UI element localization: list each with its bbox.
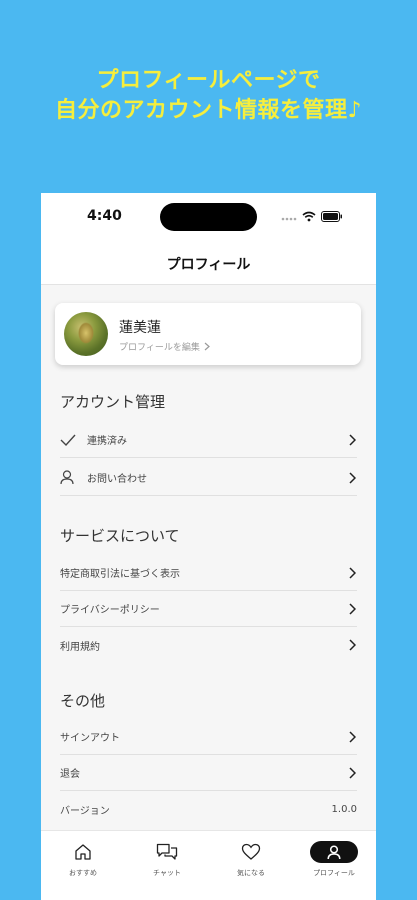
promo-headline: プロフィールページで 自分のアカウント情報を管理♪ <box>0 66 417 126</box>
row-version: バージョン 1.0.0 <box>60 791 357 827</box>
chevron-right-icon <box>347 766 357 780</box>
tab-favorites[interactable]: 気になる <box>216 841 286 883</box>
tab-label: おすすめ <box>69 869 97 877</box>
section-title-service: サービスについて <box>60 527 180 545</box>
edit-profile-link[interactable]: プロフィールを編集 <box>119 340 210 353</box>
chevron-right-icon <box>347 638 357 652</box>
edit-profile-label: プロフィールを編集 <box>119 343 200 353</box>
profile-name: 蓮美蓮 <box>119 320 161 336</box>
tab-chat[interactable]: チャット <box>132 841 202 883</box>
tab-active-indicator <box>310 841 358 863</box>
row-label: バージョン <box>60 805 110 817</box>
tab-label: チャット <box>153 869 181 877</box>
signal-icon <box>281 207 297 226</box>
row-label: 退会 <box>60 769 80 780</box>
avatar <box>64 312 108 356</box>
phone-screen: 4:40 プロフィール 蓮美蓮 プロフィールを編集 アカウント管理 連携済み お… <box>41 193 376 900</box>
tab-recommend[interactable]: おすすめ <box>48 841 118 883</box>
row-label: プライバシーポリシー <box>60 605 160 616</box>
headline-line-1: プロフィールページで <box>96 68 321 93</box>
row-label: 特定商取引法に基づく表示 <box>60 569 180 580</box>
tab-label: 気になる <box>237 869 265 877</box>
person-icon <box>60 468 80 488</box>
person-icon <box>310 841 358 863</box>
row-linked[interactable]: 連携済み <box>60 422 357 458</box>
heart-icon <box>241 841 261 863</box>
row-terms[interactable]: 利用規約 <box>60 627 357 663</box>
chevron-right-icon <box>347 730 357 744</box>
row-label: お問い合わせ <box>87 474 147 485</box>
tab-profile[interactable]: プロフィール <box>299 841 369 883</box>
section-title-account: アカウント管理 <box>60 393 166 411</box>
checkmark-icon <box>60 430 80 450</box>
chat-icon <box>156 841 178 863</box>
row-sign-out[interactable]: サインアウト <box>60 719 357 755</box>
row-label: 連携済み <box>87 436 127 447</box>
version-value: 1.0.0 <box>331 803 357 815</box>
tab-label: プロフィール <box>313 869 355 877</box>
row-withdraw[interactable]: 退会 <box>60 755 357 791</box>
chevron-right-icon <box>347 566 357 580</box>
wifi-icon <box>302 207 316 226</box>
chevron-right-icon <box>347 471 357 485</box>
row-privacy-policy[interactable]: プライバシーポリシー <box>60 591 357 627</box>
page-title: プロフィール <box>166 256 251 273</box>
chevron-right-icon <box>347 433 357 447</box>
status-icons <box>281 207 343 226</box>
row-contact[interactable]: お問い合わせ <box>60 460 357 496</box>
dynamic-island <box>160 203 257 231</box>
section-title-other: その他 <box>60 692 106 710</box>
row-label: 利用規約 <box>60 641 100 653</box>
nav-bar: プロフィール <box>41 243 376 285</box>
chevron-right-icon <box>347 602 357 616</box>
row-label: サインアウト <box>60 733 120 744</box>
row-commerce-law[interactable]: 特定商取引法に基づく表示 <box>60 555 357 591</box>
home-icon <box>74 841 92 863</box>
status-bar: 4:40 <box>41 193 376 243</box>
profile-card[interactable]: 蓮美蓮 プロフィールを編集 <box>55 303 361 365</box>
tab-bar: おすすめ チャット 気になる プロフィール <box>41 830 376 900</box>
status-time: 4:40 <box>87 208 122 224</box>
battery-icon <box>321 207 343 226</box>
headline-line-2: 自分のアカウント情報を管理♪ <box>54 98 363 123</box>
chevron-right-icon <box>204 342 210 351</box>
